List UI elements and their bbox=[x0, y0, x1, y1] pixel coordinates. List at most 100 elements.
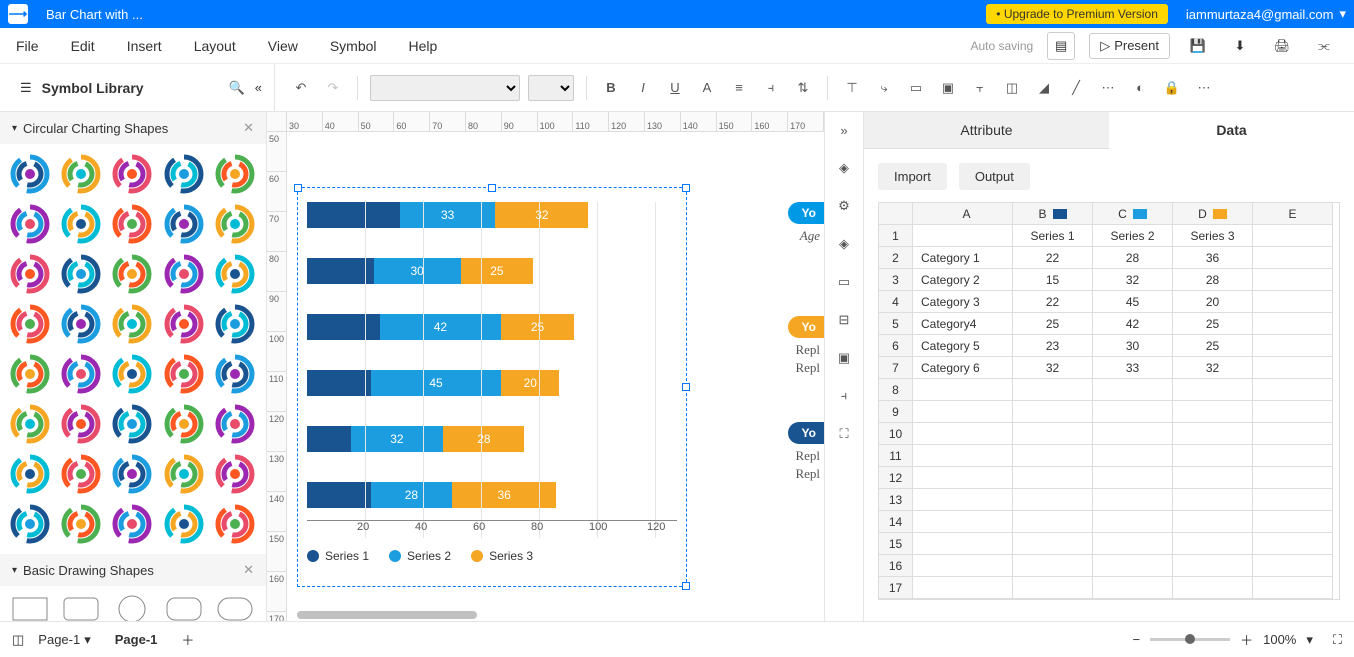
app-logo[interactable]: ⟶ bbox=[8, 4, 28, 24]
tab-attribute[interactable]: Attribute bbox=[864, 112, 1109, 149]
shape-rect[interactable] bbox=[8, 594, 52, 621]
close-icon[interactable]: ✕ bbox=[243, 120, 254, 136]
circular-shape[interactable] bbox=[8, 302, 52, 346]
document-title[interactable]: Bar Chart with ... bbox=[46, 7, 143, 22]
shape-roundrect[interactable] bbox=[59, 594, 103, 621]
menu-layout[interactable]: Layout bbox=[194, 38, 236, 54]
font-select[interactable] bbox=[370, 75, 520, 101]
bar-chart[interactable]: 33323025422545203228283620406080100120Se… bbox=[307, 202, 677, 563]
circular-shape[interactable] bbox=[8, 502, 52, 546]
zoom-out-icon[interactable]: − bbox=[1133, 632, 1141, 647]
circular-shape[interactable] bbox=[110, 302, 154, 346]
circular-shape[interactable] bbox=[59, 152, 103, 196]
user-menu[interactable]: iammurtaza4@gmail.com ▾ bbox=[1186, 6, 1346, 22]
circular-shape[interactable] bbox=[59, 452, 103, 496]
circular-shape[interactable] bbox=[59, 402, 103, 446]
group-icon[interactable]: ◫ bbox=[1000, 76, 1024, 100]
rectangle-icon[interactable]: ▭ bbox=[904, 76, 928, 100]
zoom-in-icon[interactable]: ＋ bbox=[1240, 630, 1253, 649]
circular-shape[interactable] bbox=[162, 152, 206, 196]
italic-icon[interactable]: I bbox=[631, 76, 655, 100]
circular-shape[interactable] bbox=[59, 302, 103, 346]
shadow-icon[interactable]: ◐ bbox=[1128, 76, 1152, 100]
circular-shape[interactable] bbox=[59, 202, 103, 246]
layers-icon[interactable]: ◈ bbox=[834, 234, 854, 254]
menu-insert[interactable]: Insert bbox=[127, 38, 162, 54]
database-icon[interactable]: ⊟ bbox=[834, 310, 854, 330]
circular-shape[interactable] bbox=[8, 202, 52, 246]
zoom-slider[interactable] bbox=[1150, 638, 1230, 641]
save-icon[interactable]: 💾 bbox=[1184, 32, 1212, 60]
tab-data[interactable]: Data bbox=[1109, 112, 1354, 149]
undo-icon[interactable]: ↶ bbox=[289, 76, 313, 100]
sitemap-icon[interactable]: ⫞ bbox=[834, 386, 854, 406]
output-button[interactable]: Output bbox=[959, 163, 1030, 190]
circular-shape[interactable] bbox=[213, 402, 257, 446]
more-icon[interactable]: ⋯ bbox=[1192, 76, 1216, 100]
scrollbar-horizontal[interactable] bbox=[297, 611, 477, 619]
upgrade-button[interactable]: • Upgrade to Premium Version bbox=[986, 4, 1168, 24]
resize-handle[interactable] bbox=[488, 184, 496, 192]
circular-shape[interactable] bbox=[162, 202, 206, 246]
theme-icon[interactable]: ◈ bbox=[834, 158, 854, 178]
bold-icon[interactable]: B bbox=[599, 76, 623, 100]
download-icon[interactable]: ⬇ bbox=[1226, 32, 1254, 60]
circular-shape[interactable] bbox=[110, 402, 154, 446]
menu-help[interactable]: Help bbox=[409, 38, 438, 54]
circular-shape[interactable] bbox=[213, 252, 257, 296]
circular-shape[interactable] bbox=[162, 352, 206, 396]
circular-shape[interactable] bbox=[162, 502, 206, 546]
circular-shape[interactable] bbox=[162, 252, 206, 296]
circular-shape[interactable] bbox=[8, 252, 52, 296]
data-grid[interactable]: ABCDE1Series 1Series 2Series 32Category … bbox=[878, 202, 1340, 600]
line-icon[interactable]: ╱ bbox=[1064, 76, 1088, 100]
align-icon[interactable]: ⫟ bbox=[968, 76, 992, 100]
share-icon[interactable]: ⫘ bbox=[1310, 32, 1338, 60]
circular-shape[interactable] bbox=[110, 252, 154, 296]
circular-shape[interactable] bbox=[213, 452, 257, 496]
circular-shape[interactable] bbox=[59, 252, 103, 296]
size-select[interactable] bbox=[528, 75, 574, 101]
circular-shape[interactable] bbox=[162, 402, 206, 446]
circular-shape[interactable] bbox=[8, 402, 52, 446]
circular-shape[interactable] bbox=[162, 302, 206, 346]
shape-circle[interactable] bbox=[110, 594, 154, 621]
circular-shape[interactable] bbox=[8, 452, 52, 496]
font-color-icon[interactable]: A bbox=[695, 76, 719, 100]
line-spacing-icon[interactable]: ⇅ bbox=[791, 76, 815, 100]
image-icon[interactable]: ▣ bbox=[834, 348, 854, 368]
lock-icon[interactable]: 🔒 bbox=[1160, 76, 1184, 100]
menu-symbol[interactable]: Symbol bbox=[330, 38, 377, 54]
shape-pill[interactable] bbox=[213, 594, 257, 621]
line-style-icon[interactable]: ⋯ bbox=[1096, 76, 1120, 100]
pages-icon[interactable]: ◫ bbox=[12, 632, 24, 648]
settings-icon[interactable]: ⚙ bbox=[834, 196, 854, 216]
add-page-icon[interactable]: ＋ bbox=[181, 630, 194, 649]
circular-shape[interactable] bbox=[8, 152, 52, 196]
resize-handle[interactable] bbox=[682, 184, 690, 192]
circular-shape[interactable] bbox=[213, 202, 257, 246]
circular-shape[interactable] bbox=[59, 502, 103, 546]
section-basic[interactable]: ▾ Basic Drawing Shapes ✕ bbox=[0, 554, 266, 586]
collapse-icon[interactable]: « bbox=[255, 80, 262, 95]
circular-shape[interactable] bbox=[213, 302, 257, 346]
circular-shape[interactable] bbox=[110, 452, 154, 496]
slideshow-icon[interactable]: ▤ bbox=[1047, 32, 1075, 60]
underline-icon[interactable]: U bbox=[663, 76, 687, 100]
print-icon[interactable]: 🖨 bbox=[1268, 32, 1296, 60]
fit-icon[interactable]: ⛶ bbox=[834, 424, 854, 444]
menu-edit[interactable]: Edit bbox=[71, 38, 95, 54]
shape-roundrect2[interactable] bbox=[162, 594, 206, 621]
circular-shape[interactable] bbox=[8, 352, 52, 396]
section-circular[interactable]: ▾ Circular Charting Shapes ✕ bbox=[0, 112, 266, 144]
presentation-icon[interactable]: ▭ bbox=[834, 272, 854, 292]
search-icon[interactable]: 🔍 bbox=[229, 80, 245, 96]
circular-shape[interactable] bbox=[110, 502, 154, 546]
align-v-icon[interactable]: ⫞ bbox=[759, 76, 783, 100]
resize-handle[interactable] bbox=[682, 582, 690, 590]
circular-shape[interactable] bbox=[213, 502, 257, 546]
circular-shape[interactable] bbox=[110, 152, 154, 196]
expand-icon[interactable]: » bbox=[834, 120, 854, 140]
connector-icon[interactable]: ⤷ bbox=[872, 76, 896, 100]
menu-view[interactable]: View bbox=[268, 38, 298, 54]
